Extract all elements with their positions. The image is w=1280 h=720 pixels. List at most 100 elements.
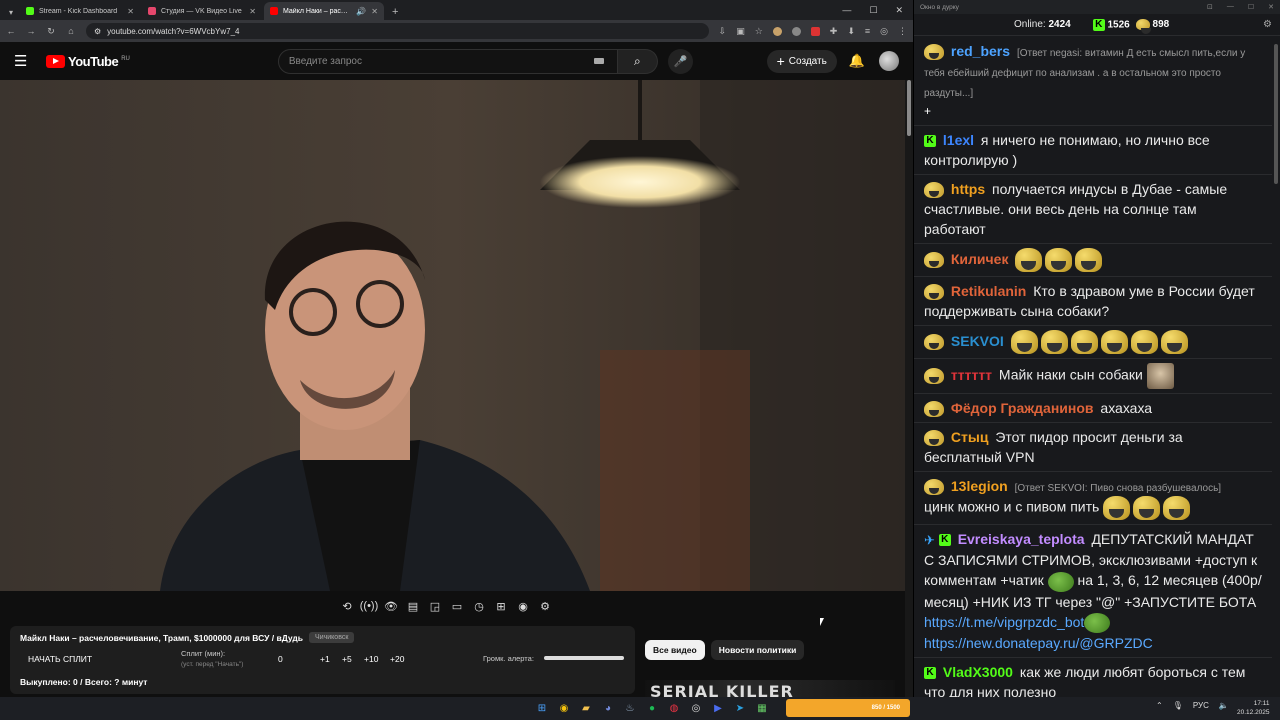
- loop-icon[interactable]: ⟲: [338, 597, 356, 615]
- chrome-icon[interactable]: ◉: [555, 700, 573, 717]
- chat-scrollbar[interactable]: [1273, 36, 1279, 697]
- bookmark-star-icon[interactable]: ☆: [755, 26, 763, 37]
- telegram-icon[interactable]: ➤: [731, 700, 749, 717]
- speaker-icon[interactable]: 🔊: [356, 7, 366, 16]
- volume-icon[interactable]: 🔈: [1219, 701, 1229, 710]
- chip-politics-news[interactable]: Новости политики: [710, 640, 805, 660]
- tab-kick-dashboard[interactable]: Stream - Kick Dashboard ✕: [20, 2, 140, 20]
- alert-volume-slider[interactable]: [544, 656, 624, 660]
- add-20-button[interactable]: +20: [390, 654, 404, 664]
- game-progress-widget[interactable]: 850 / 1500: [786, 699, 910, 717]
- close-tab-icon[interactable]: ✕: [371, 7, 378, 16]
- search-input[interactable]: [277, 48, 618, 74]
- chat-nick[interactable]: Киличек: [951, 251, 1009, 267]
- add-marker-icon[interactable]: ⊞: [492, 597, 510, 615]
- extensions-puzzle-icon[interactable]: ✚: [830, 26, 838, 37]
- profile-icon[interactable]: ◎: [880, 26, 888, 37]
- extension-icon[interactable]: [791, 26, 801, 36]
- screenshot-icon[interactable]: ◉: [514, 597, 532, 615]
- maximize-icon[interactable]: ☐: [1248, 3, 1254, 11]
- menu-burger-icon[interactable]: ☰: [14, 52, 34, 70]
- menu-dots-icon[interactable]: ⋮: [898, 26, 907, 37]
- install-app-icon[interactable]: ⇩: [719, 26, 727, 37]
- add-5-button[interactable]: +5: [342, 654, 352, 664]
- windows-start-icon[interactable]: ⊞: [533, 700, 551, 717]
- new-tab-button[interactable]: +: [386, 6, 404, 20]
- close-window-icon[interactable]: ✕: [1268, 3, 1274, 11]
- language-indicator[interactable]: РУС: [1193, 701, 1209, 710]
- site-info-icon[interactable]: ⚙: [94, 27, 101, 36]
- chat-nick[interactable]: Evreiskaya_teplota: [958, 531, 1085, 547]
- minimize-icon[interactable]: —: [842, 5, 851, 16]
- explorer-folder-icon[interactable]: ▰: [577, 700, 595, 717]
- recommended-thumbnail[interactable]: SERIAL KILLER: [645, 680, 895, 697]
- back-icon[interactable]: ←: [6, 26, 16, 36]
- add-1-button[interactable]: +1: [320, 654, 330, 664]
- voice-search-button[interactable]: 🎤: [667, 48, 693, 74]
- add-10-button[interactable]: +10: [364, 654, 378, 664]
- extension-avatar-icon[interactable]: [772, 26, 782, 36]
- close-tab-icon[interactable]: ✕: [249, 7, 256, 16]
- keyboard-icon[interactable]: [593, 58, 604, 64]
- scrollbar-thumb[interactable]: [907, 80, 911, 136]
- start-split-button[interactable]: НАЧАТЬ СПЛИТ: [28, 654, 92, 664]
- broadcast-icon[interactable]: ((•)): [360, 597, 379, 615]
- microphone-tray-icon[interactable]: 🎙: [1173, 701, 1183, 710]
- chat-link[interactable]: https://t.me/vipgrpzdc_bot: [924, 614, 1084, 630]
- notifications-bell-icon[interactable]: 🔔: [849, 53, 865, 69]
- chat-nick[interactable]: https: [951, 181, 985, 197]
- chat-link[interactable]: https://new.donatepay.ru/@GRPZDC: [924, 635, 1153, 651]
- settings-gear-icon[interactable]: ⚙: [1263, 19, 1272, 30]
- chat-text: Майк наки сын собаки: [998, 366, 1143, 383]
- chat-nick[interactable]: Стыц: [951, 429, 989, 445]
- reload-icon[interactable]: ↻: [46, 26, 56, 37]
- eye-icon[interactable]: 👁: [382, 597, 400, 615]
- app-green-icon[interactable]: ▦: [753, 700, 771, 717]
- create-button[interactable]: + Создать: [766, 49, 837, 73]
- page-scrollbar[interactable]: [905, 80, 913, 697]
- chat-nick[interactable]: тттттт: [951, 367, 992, 383]
- tab-youtube-video[interactable]: Майкл Наки – расчеловеч 🔊 ✕: [264, 2, 384, 20]
- chat-nick[interactable]: 13legion: [951, 478, 1008, 494]
- settings-gear-icon[interactable]: ⚙: [536, 597, 554, 615]
- search-button[interactable]: ⌕: [617, 48, 658, 74]
- forward-icon[interactable]: →: [26, 26, 36, 36]
- obs-icon[interactable]: ◎: [687, 700, 705, 717]
- split-minutes-value[interactable]: 0: [278, 654, 283, 664]
- youtube-logo[interactable]: YouTube RU: [46, 54, 130, 69]
- clip-icon[interactable]: ▤: [404, 597, 422, 615]
- discord-icon[interactable]: ◕: [599, 700, 617, 717]
- avatar[interactable]: [879, 51, 899, 71]
- video-player[interactable]: [0, 80, 905, 591]
- steam-icon[interactable]: ♨: [621, 700, 639, 717]
- tab-search-button[interactable]: ▾: [4, 4, 18, 20]
- picture-in-picture-icon[interactable]: ◲: [426, 597, 444, 615]
- chat-nick[interactable]: Retikulanin: [951, 283, 1026, 299]
- chat-nick[interactable]: VladX3000: [943, 664, 1013, 680]
- tray-chevron-icon[interactable]: ⌃: [1156, 701, 1163, 710]
- extension-badge-icon[interactable]: [810, 26, 820, 36]
- chat-nick[interactable]: red_bers: [951, 43, 1010, 59]
- spotify-icon[interactable]: ●: [643, 700, 661, 717]
- cast-icon[interactable]: ▣: [736, 26, 745, 37]
- close-window-icon[interactable]: ✕: [895, 5, 903, 16]
- app-red-icon[interactable]: ◍: [665, 700, 683, 717]
- maximize-icon[interactable]: ☐: [869, 5, 877, 16]
- downloads-icon[interactable]: ⬇: [847, 26, 855, 37]
- chat-nick[interactable]: l1exl: [943, 132, 974, 148]
- reading-list-icon[interactable]: ≡: [865, 26, 870, 36]
- omnibox[interactable]: ⚙ youtube.com/watch?v=6WVcbYw7_4: [86, 23, 709, 39]
- minimize-icon[interactable]: —: [1227, 3, 1234, 11]
- scrollbar-thumb[interactable]: [1274, 44, 1278, 184]
- tab-vk-studio[interactable]: Студия — VK Видео Live ✕: [142, 2, 262, 20]
- clock[interactable]: 17:11 20.12.2025: [1237, 699, 1270, 717]
- pin-icon[interactable]: ⊡: [1207, 3, 1213, 11]
- player-icon[interactable]: ▶: [709, 700, 727, 717]
- theater-icon[interactable]: ▭: [448, 597, 466, 615]
- chat-nick[interactable]: Фёдор Гражданинов: [951, 400, 1094, 416]
- chat-nick[interactable]: SEKVOI: [951, 333, 1004, 349]
- close-tab-icon[interactable]: ✕: [127, 7, 134, 16]
- home-icon[interactable]: ⌂: [66, 26, 76, 36]
- chip-all-videos[interactable]: Все видео: [645, 640, 705, 660]
- speed-icon[interactable]: ◷: [470, 597, 488, 615]
